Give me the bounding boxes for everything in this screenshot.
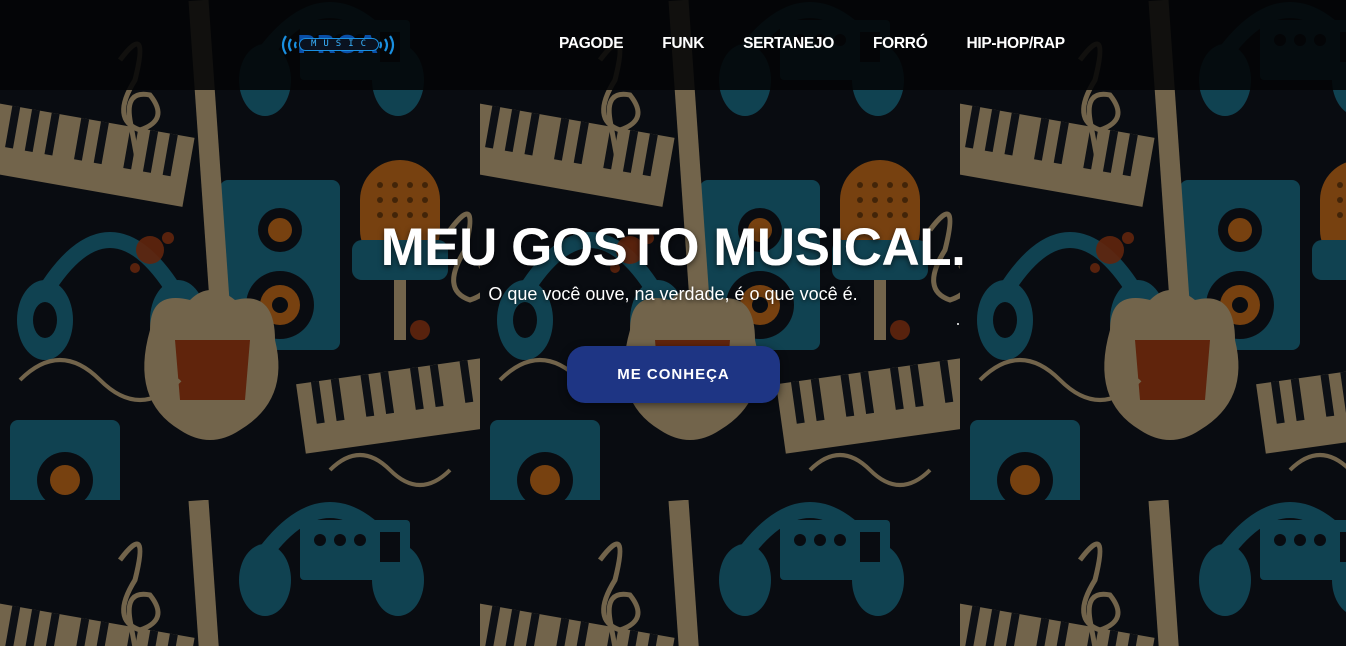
hero-title: MEU GOSTO MUSICAL. (380, 218, 966, 277)
logo-subtitle: MUSIC (299, 38, 379, 51)
hero-content: MEU GOSTO MUSICAL. O que você ouve, na v… (0, 215, 1346, 305)
hero-subtitle: O que você ouve, na verdade, é o que voc… (488, 284, 858, 304)
sound-wave-right-icon (379, 35, 395, 55)
brand-logo[interactable]: PROA MUSIC (280, 28, 396, 62)
nav-item-pagode[interactable]: PAGODE (559, 33, 624, 55)
nav-item-hip-hop-rap[interactable]: HIP-HOP/RAP (966, 33, 1065, 55)
nav-item-forro[interactable]: FORRÓ (873, 33, 928, 55)
nav-item-sertanejo[interactable]: SERTANEJO (743, 33, 834, 55)
me-conheca-button[interactable]: ME CONHEÇA (567, 346, 780, 403)
hero-section: PROA MUSIC PAGODE FUNK SERTANEJO FORRÓ H… (0, 0, 1346, 646)
stray-dot (957, 323, 959, 325)
sound-wave-left-icon (281, 35, 297, 55)
nav-item-funk[interactable]: FUNK (662, 33, 704, 55)
background-dim-overlay (0, 0, 1346, 646)
top-navbar: PROA MUSIC PAGODE FUNK SERTANEJO FORRÓ H… (0, 0, 1346, 90)
main-nav: PAGODE FUNK SERTANEJO FORRÓ HIP-HOP/RAP (559, 33, 1065, 55)
